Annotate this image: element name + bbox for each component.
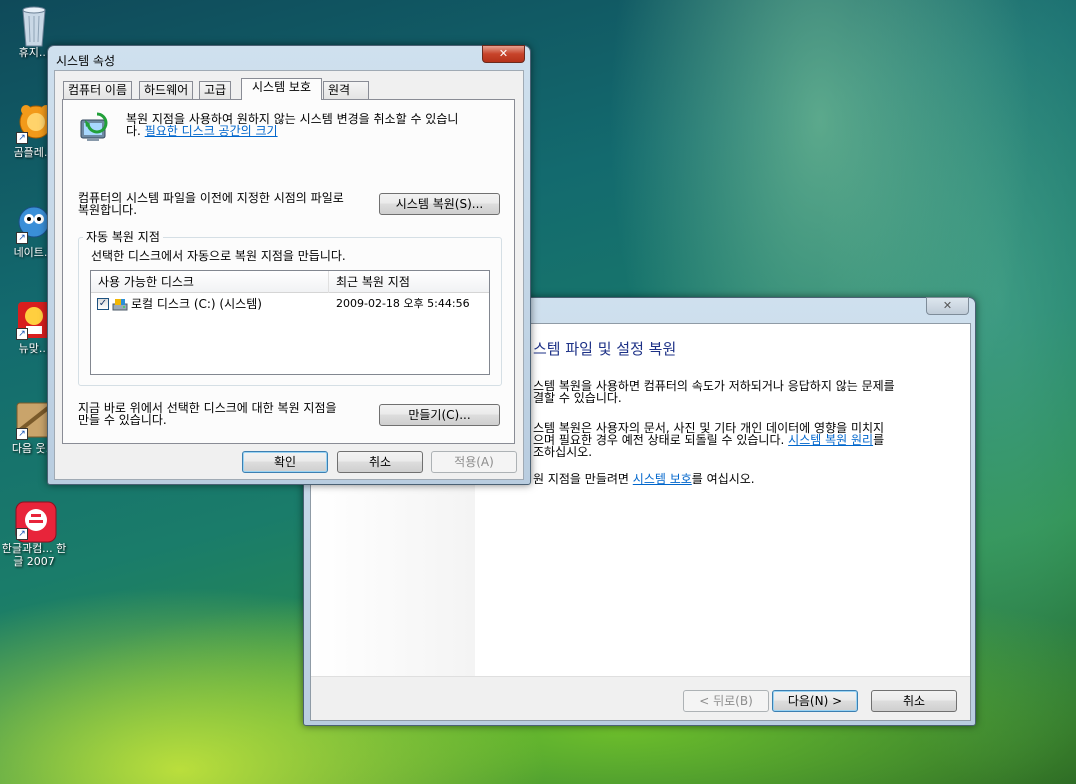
restore-principle-link[interactable]: 시스템 복원 원리	[788, 433, 873, 447]
wizard-cancel-button[interactable]: 취소	[871, 690, 957, 712]
tab-advanced[interactable]: 고급	[199, 81, 232, 100]
back-button[interactable]: < 뒤로(B)	[683, 690, 769, 712]
disk-list-header: 사용 가능한 디스크 최근 복원 지점	[91, 271, 489, 293]
column-header-last-restore-point[interactable]: 최근 복원 지점	[329, 271, 489, 293]
wizard-paragraph-3-text: 원 지점을 만들려면	[533, 472, 629, 486]
disk-list[interactable]: 사용 가능한 디스크 최근 복원 지점 ✓ 로컬 디스크 (C:) (시스템) …	[90, 270, 490, 375]
wizard-paragraph-3: 원 지점을 만들려면 시스템 보호를 여십시오.	[533, 473, 755, 485]
system-protection-link[interactable]: 시스템 보호	[633, 472, 692, 486]
shortcut-arrow-icon: ↗	[16, 232, 28, 244]
shortcut-arrow-icon: ↗	[16, 132, 28, 144]
table-row[interactable]: ✓ 로컬 디스크 (C:) (시스템) 2009-02-18 오후 5:44:5…	[91, 295, 489, 313]
auto-restore-group-title: 자동 복원 지점	[83, 231, 163, 243]
disk-name: 로컬 디스크 (C:) (시스템)	[131, 297, 262, 311]
desktop-icon-label: 한글과컴... 한글 2007	[1, 542, 67, 568]
wizard-heading: 스템 파일 및 설정 복원	[533, 340, 677, 358]
window-title: 시스템 속성	[56, 54, 116, 68]
create-restore-point-button[interactable]: 만들기(C)...	[379, 404, 500, 426]
create-description-line-2: 만들 수 있습니다.	[78, 413, 167, 427]
ok-button[interactable]: 확인	[242, 451, 328, 473]
system-protection-page: 복원 지점을 사용하여 원하지 않는 시스템 변경을 취소할 수 있습니 다. …	[62, 99, 515, 444]
disk-space-link[interactable]: 필요한 디스크 공간의 크기	[145, 124, 278, 138]
disk-checkbox[interactable]: ✓	[97, 298, 109, 310]
wizard-paragraph-2-line-3: 조하십시오.	[533, 445, 593, 459]
tab-remote[interactable]: 원격	[323, 81, 369, 100]
system-restore-button[interactable]: 시스템 복원(S)...	[379, 193, 500, 215]
close-button[interactable]: ✕	[926, 297, 969, 315]
intro-text-line-2: 다. 필요한 디스크 공간의 크기	[126, 125, 278, 137]
wizard-paragraph-2-suffix: 를	[873, 433, 885, 447]
column-header-available-disks[interactable]: 사용 가능한 디스크	[91, 271, 329, 293]
tab-computer-name[interactable]: 컴퓨터 이름	[63, 81, 133, 100]
last-restore-point: 2009-02-18 오후 5:44:56	[336, 297, 470, 310]
tab-system-protection[interactable]: 시스템 보호	[241, 78, 323, 100]
hangul-2007-icon: ↗	[14, 500, 57, 543]
auto-restore-description: 선택한 디스크에서 자동으로 복원 지점을 만듭니다.	[91, 249, 346, 263]
tab-hardware[interactable]: 하드웨어	[139, 81, 194, 100]
shortcut-arrow-icon: ↗	[16, 428, 28, 440]
apply-button[interactable]: 적용(A)	[431, 451, 517, 473]
wizard-paragraph-1-line-2: 결할 수 있습니다.	[533, 391, 622, 405]
desktop-icon-hangul[interactable]: ↗ 한글과컴... 한글 2007	[2, 500, 66, 568]
next-button[interactable]: 다음(N) >	[772, 690, 858, 712]
cancel-button[interactable]: 취소	[337, 451, 423, 473]
intro-text-tail: 다.	[126, 124, 141, 138]
system-restore-icon	[77, 112, 111, 146]
local-disk-icon	[112, 296, 128, 312]
shortcut-arrow-icon: ↗	[16, 528, 28, 540]
shortcut-arrow-icon: ↗	[16, 328, 28, 340]
close-button[interactable]: ✕	[482, 45, 525, 63]
recycle-bin-icon	[14, 4, 54, 47]
restore-description-line-2: 복원합니다.	[78, 203, 138, 217]
wizard-paragraph-3-suffix: 를 여십시오.	[691, 472, 755, 486]
wizard-footer: < 뒤로(B) 다음(N) > 취소	[311, 676, 970, 720]
